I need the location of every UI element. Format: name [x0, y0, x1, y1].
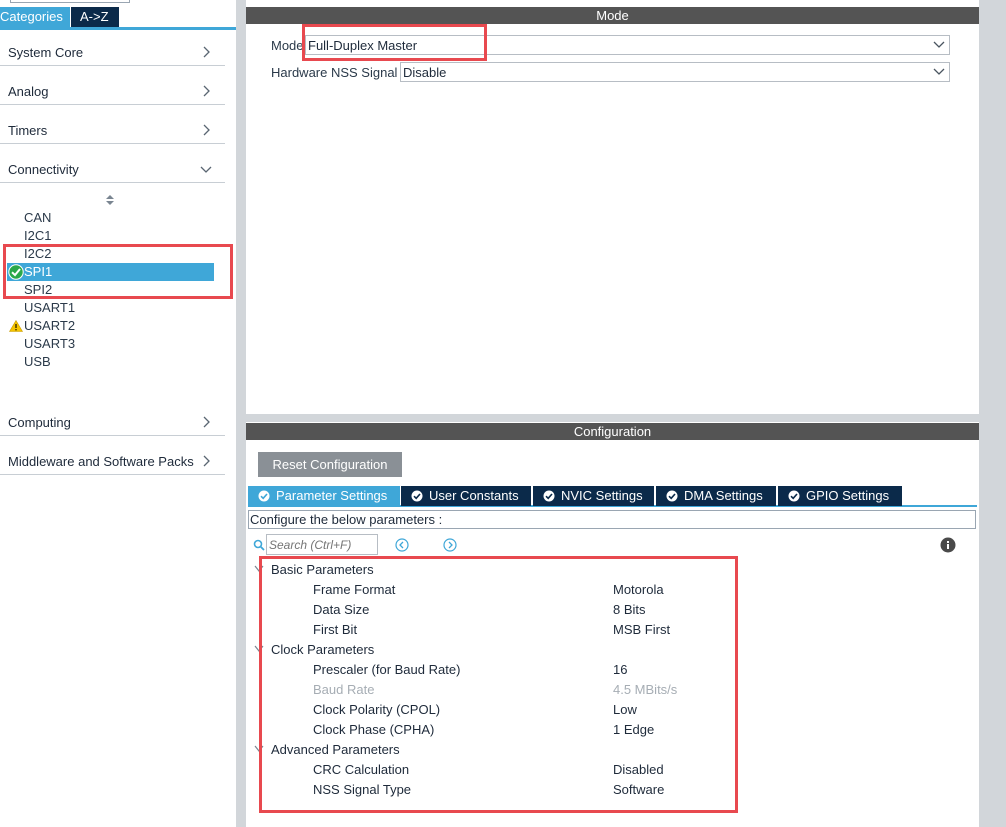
search-input[interactable] — [266, 534, 378, 555]
mode-select-value: Full-Duplex Master — [308, 38, 418, 53]
tab-gpio-settings[interactable]: GPIO Settings — [778, 486, 902, 506]
check-icon — [8, 264, 24, 280]
chevron-down-icon[interactable] — [254, 645, 264, 653]
param-nss-signal-type-value[interactable]: Software — [613, 782, 664, 797]
param-baud-rate: Baud Rate — [313, 682, 375, 697]
tab-user-constants[interactable]: User Constants — [401, 486, 531, 506]
group-clock-parameters[interactable]: Clock Parameters — [271, 642, 374, 657]
group-basic-parameters[interactable]: Basic Parameters — [271, 562, 374, 577]
category-connectivity[interactable]: Connectivity — [0, 156, 225, 183]
category-analog[interactable]: Analog — [0, 78, 225, 105]
tab-label: User Constants — [429, 488, 519, 503]
param-data-size[interactable]: Data Size — [313, 602, 369, 617]
check-circle-icon — [258, 490, 270, 502]
category-label: Analog — [8, 84, 49, 99]
group-advanced-parameters[interactable]: Advanced Parameters — [271, 742, 400, 757]
chevron-down-icon — [200, 166, 212, 173]
param-data-size-value[interactable]: 8 Bits — [613, 602, 646, 617]
tab-nvic-settings[interactable]: NVIC Settings — [533, 486, 654, 506]
param-nss-signal-type[interactable]: NSS Signal Type — [313, 782, 411, 797]
configuration-header: Configuration — [246, 423, 979, 440]
param-first-bit[interactable]: First Bit — [313, 622, 357, 637]
chevron-right-icon — [203, 124, 210, 136]
search-icon — [253, 539, 265, 551]
param-prescaler-value[interactable]: 16 — [613, 662, 627, 677]
tab-label: DMA Settings — [684, 488, 763, 503]
configure-instructions: Configure the below parameters : — [248, 510, 976, 529]
connectivity-item-usb[interactable]: USB — [24, 353, 51, 371]
top-search-box[interactable] — [10, 0, 130, 3]
reset-configuration-button[interactable]: Reset Configuration — [258, 452, 402, 477]
check-circle-icon — [666, 490, 678, 502]
check-circle-icon — [788, 490, 800, 502]
mode-label: Mode — [271, 38, 304, 53]
category-system-core[interactable]: System Core — [0, 39, 225, 66]
param-clock-phase[interactable]: Clock Phase (CPHA) — [313, 722, 434, 737]
param-frame-format[interactable]: Frame Format — [313, 582, 395, 597]
category-label: Middleware and Software Packs — [8, 454, 194, 469]
categories-tabbar: Categories A->Z — [0, 0, 236, 30]
tab-categories[interactable]: Categories — [0, 7, 70, 27]
category-computing[interactable]: Computing — [0, 409, 225, 436]
param-crc-calculation-value[interactable]: Disabled — [613, 762, 664, 777]
configuration-tabs: Parameter Settings User Constants NVIC S… — [248, 486, 977, 507]
tab-a-to-z[interactable]: A->Z — [71, 7, 119, 27]
next-match-icon[interactable] — [443, 538, 457, 552]
mode-header: Mode — [246, 7, 979, 24]
nss-signal-select[interactable]: Disable — [400, 62, 950, 82]
category-label: System Core — [8, 45, 84, 60]
param-clock-polarity-value[interactable]: Low — [613, 702, 637, 717]
param-frame-format-value[interactable]: Motorola — [613, 582, 664, 597]
warning-icon — [9, 320, 23, 332]
sort-arrows-icon[interactable] — [105, 194, 115, 206]
check-circle-icon — [411, 490, 423, 502]
param-baud-rate-value: 4.5 MBits/s — [613, 682, 678, 697]
tab-parameter-settings[interactable]: Parameter Settings — [248, 486, 400, 506]
previous-match-icon[interactable] — [395, 538, 409, 552]
mode-select[interactable]: Full-Duplex Master — [305, 35, 950, 55]
chevron-down-icon — [933, 68, 945, 75]
category-label: Connectivity — [8, 162, 79, 177]
connectivity-item-usart3[interactable]: USART3 — [24, 335, 75, 353]
connectivity-item-label: SPI1 — [24, 264, 53, 279]
configure-text: Configure the below parameters : — [250, 512, 443, 527]
tab-label: Parameter Settings — [276, 488, 388, 503]
panel-splitter[interactable] — [236, 0, 246, 827]
chevron-right-icon — [203, 416, 210, 428]
param-prescaler[interactable]: Prescaler (for Baud Rate) — [313, 662, 460, 677]
chevron-down-icon[interactable] — [254, 565, 264, 573]
connectivity-item-can[interactable]: CAN — [24, 209, 51, 227]
chevron-down-icon[interactable] — [254, 745, 264, 753]
nss-signal-value: Disable — [403, 65, 447, 80]
chevron-down-icon — [933, 41, 945, 48]
right-edge-panel — [979, 0, 1006, 827]
connectivity-item-spi2[interactable]: SPI2 — [24, 281, 52, 299]
check-circle-icon — [543, 490, 555, 502]
nss-signal-label: Hardware NSS Signal — [271, 65, 398, 80]
param-first-bit-value[interactable]: MSB First — [613, 622, 670, 637]
tab-label: NVIC Settings — [561, 488, 643, 503]
param-crc-calculation[interactable]: CRC Calculation — [313, 762, 409, 777]
connectivity-item-usart2[interactable]: USART2 — [24, 317, 75, 335]
category-label: Computing — [8, 415, 71, 430]
param-clock-polarity[interactable]: Clock Polarity (CPOL) — [313, 702, 440, 717]
connectivity-item-i2c1[interactable]: I2C1 — [24, 227, 51, 245]
categories-panel: Categories A->Z System Core Analog Timer… — [0, 0, 236, 827]
category-label: Timers — [8, 123, 48, 138]
connectivity-item-spi1[interactable]: SPI1 — [7, 263, 214, 281]
tab-dma-settings[interactable]: DMA Settings — [656, 486, 776, 506]
chevron-right-icon — [203, 455, 210, 467]
connectivity-item-usart1[interactable]: USART1 — [24, 299, 75, 317]
configuration-panel: Configuration Reset Configuration Parame… — [246, 422, 979, 827]
panel-divider[interactable] — [246, 414, 979, 422]
param-clock-phase-value[interactable]: 1 Edge — [613, 722, 654, 737]
category-timers[interactable]: Timers — [0, 117, 225, 144]
mode-panel: Mode Mode Full-Duplex Master Hardware NS… — [246, 0, 979, 414]
chevron-right-icon — [203, 85, 210, 97]
category-middleware[interactable]: Middleware and Software Packs — [0, 448, 225, 475]
chevron-right-icon — [203, 46, 210, 58]
info-icon[interactable] — [940, 537, 956, 553]
tab-label: GPIO Settings — [806, 488, 890, 503]
connectivity-item-i2c2[interactable]: I2C2 — [24, 245, 51, 263]
